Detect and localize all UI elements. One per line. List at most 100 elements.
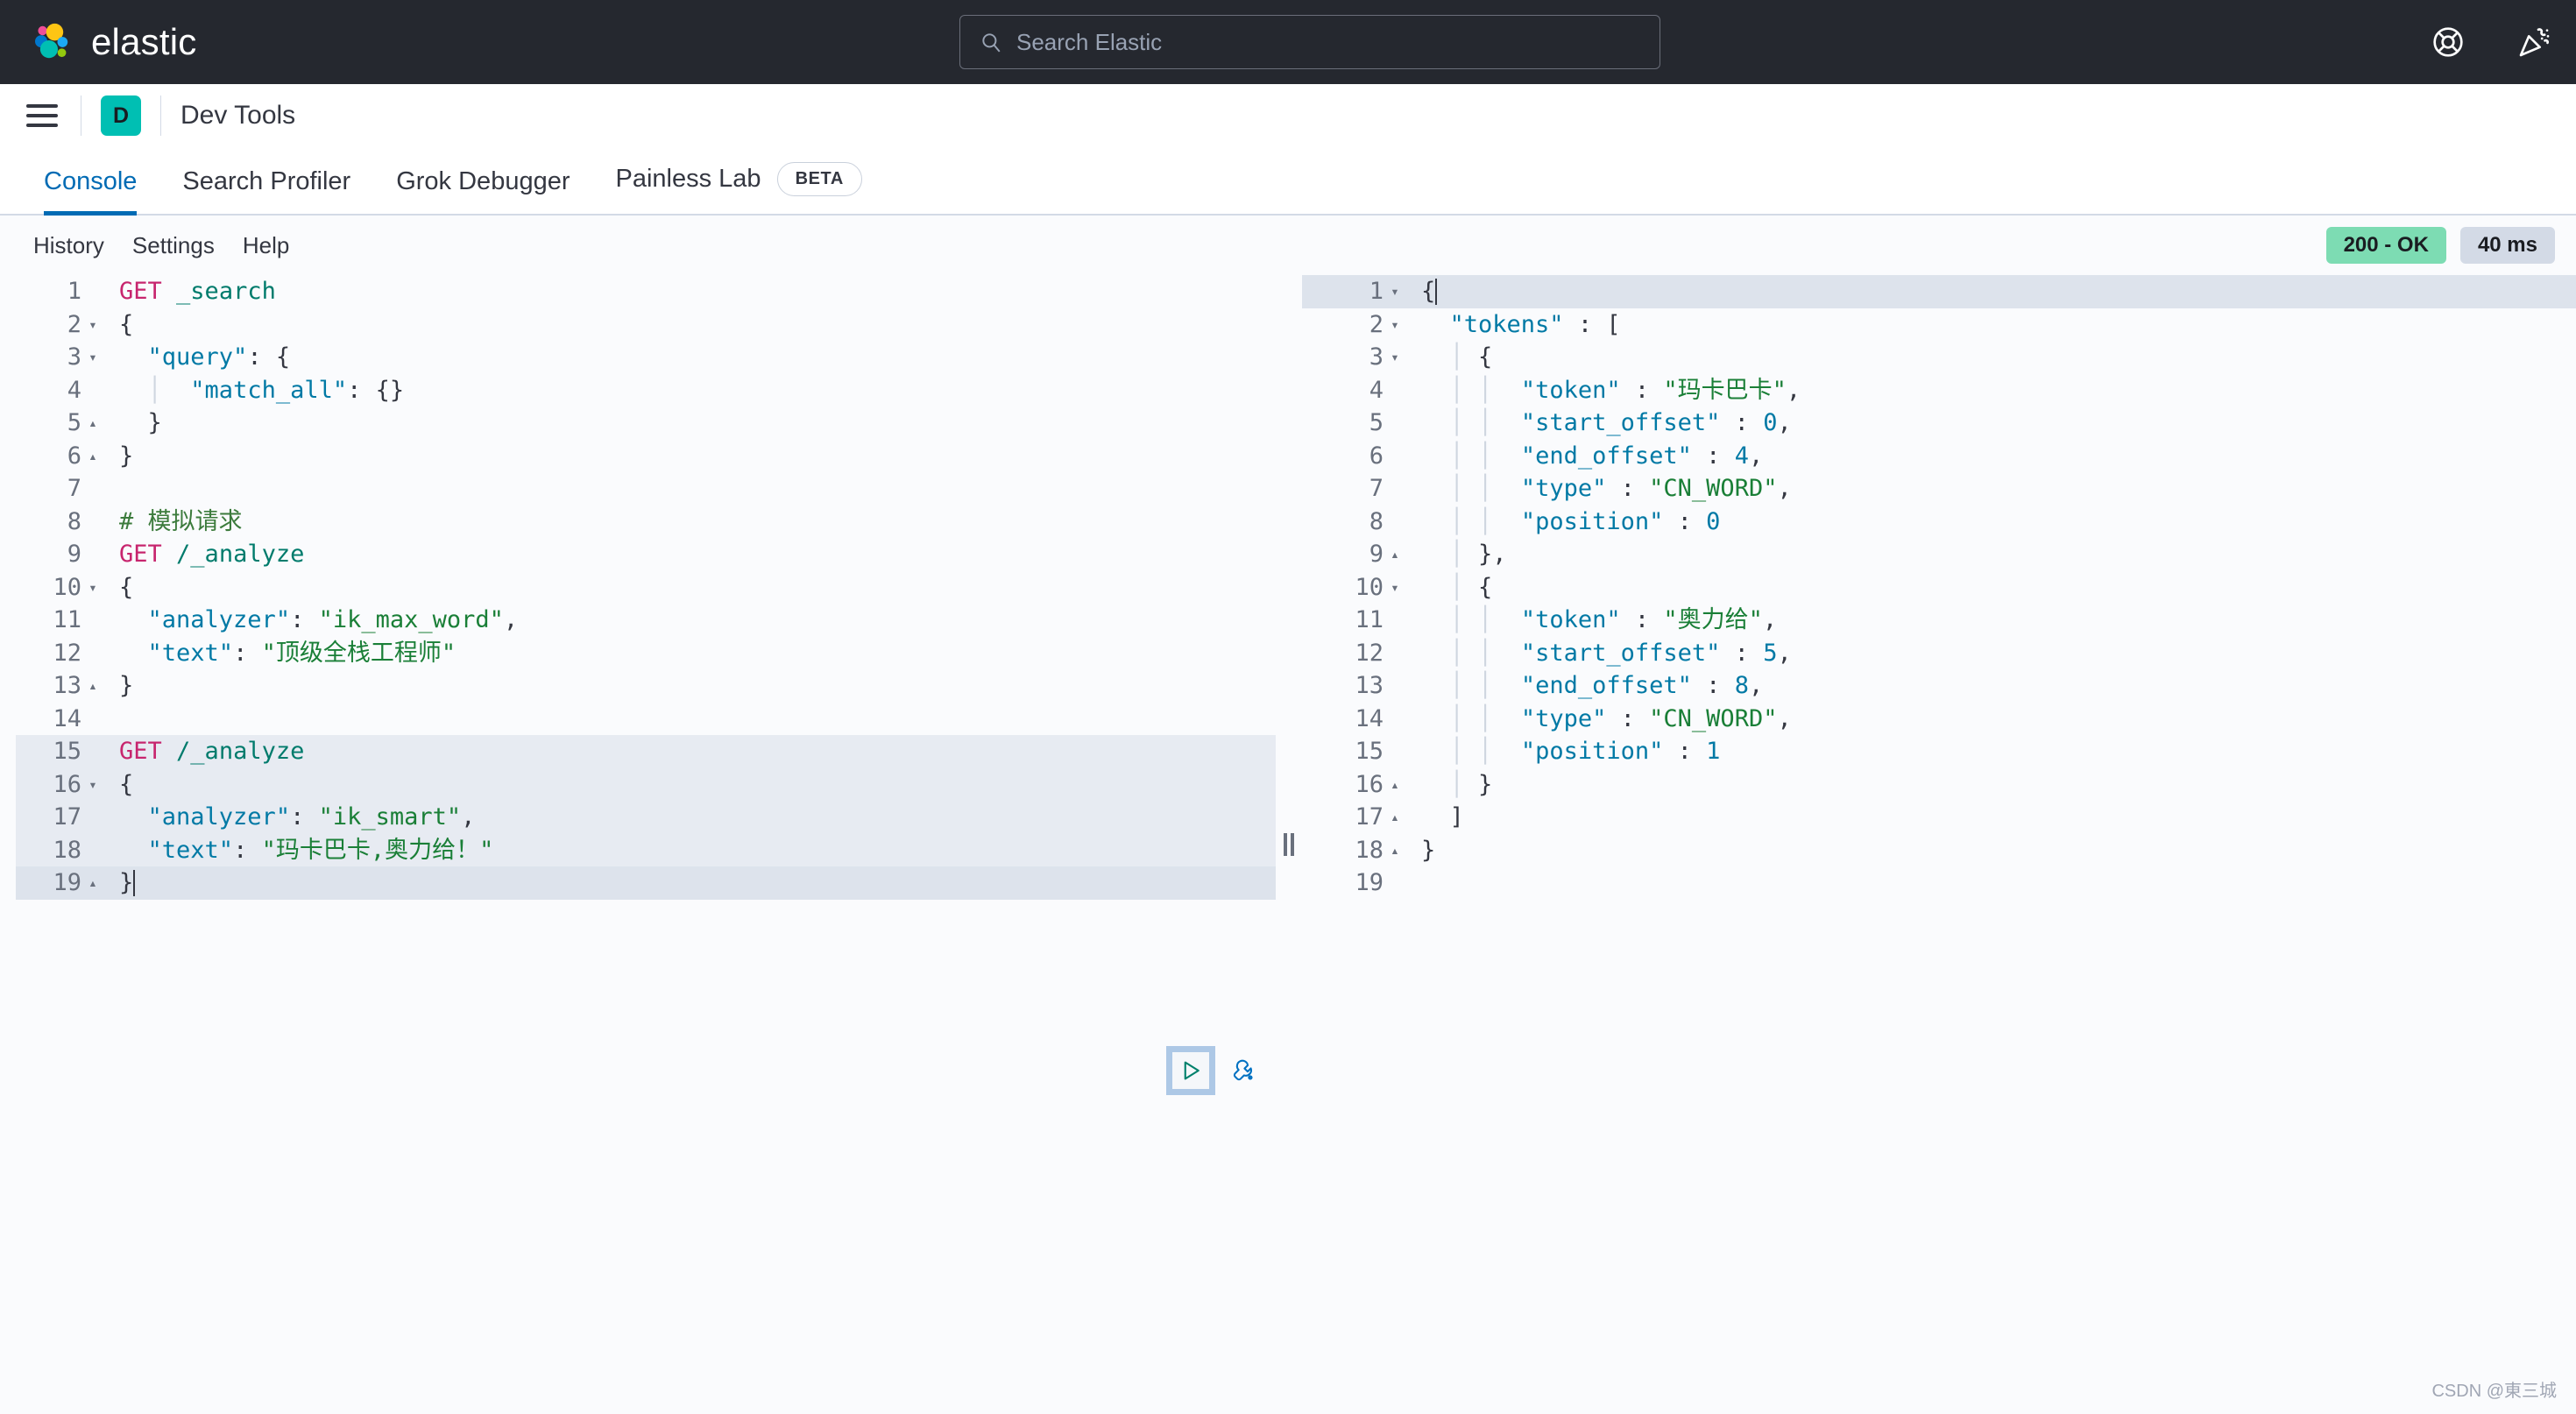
fold-toggle-icon[interactable]: ▴ — [86, 407, 100, 440]
history-button[interactable]: History — [19, 227, 118, 265]
response-line[interactable]: 2 ▾ "tokens" : [ — [1302, 308, 2576, 342]
fold-toggle-icon[interactable]: ▾ — [86, 341, 100, 374]
fold-toggle-icon[interactable]: ▾ — [1388, 571, 1402, 604]
line-number: 8 — [1369, 507, 1384, 535]
request-line[interactable]: 11 "analyzer": "ik_max_word", — [16, 604, 1276, 637]
request-line[interactable]: 4 │ "match_all": {} — [16, 374, 1276, 407]
response-line[interactable]: 1 ▾ { — [1302, 275, 2576, 308]
app-badge[interactable]: D — [101, 95, 141, 136]
line-number: 1 ▾ — [1302, 275, 1405, 308]
response-line[interactable]: 10 ▾ │ { — [1302, 571, 2576, 604]
code-text: │ │ "start_offset" : 5, — [1449, 639, 1792, 667]
fold-toggle-icon[interactable]: ▾ — [86, 571, 100, 604]
request-line[interactable]: 13 ▴} — [16, 669, 1276, 703]
response-line[interactable]: 14 │ │ "type" : "CN_WORD", — [1302, 703, 2576, 736]
fold-toggle-icon[interactable]: ▴ — [1388, 801, 1402, 834]
request-line[interactable]: 9 GET /_analyze — [16, 538, 1276, 571]
life-ring-help-icon[interactable] — [2431, 25, 2466, 60]
fold-toggle-icon[interactable]: ▾ — [86, 308, 100, 342]
line-number: 2 ▾ — [16, 308, 103, 342]
response-line[interactable]: 16 ▴ │ } — [1302, 768, 2576, 802]
response-line[interactable]: 12 │ │ "start_offset" : 5, — [1302, 637, 2576, 670]
request-line[interactable]: 7 — [16, 472, 1276, 506]
fold-toggle-icon[interactable]: ▴ — [86, 866, 100, 900]
request-line[interactable]: 6 ▴} — [16, 440, 1276, 473]
brand[interactable]: elastic — [0, 19, 196, 65]
drag-handle-icon — [1284, 833, 1287, 856]
code-text: ] — [1421, 803, 1464, 831]
tab-search-profiler-label: Search Profiler — [182, 167, 351, 195]
line-number: 13 — [1355, 672, 1384, 699]
response-line[interactable]: 4 │ │ "token" : "玛卡巴卡", — [1302, 374, 2576, 407]
response-line[interactable]: 5 │ │ "start_offset" : 0, — [1302, 407, 2576, 440]
request-line[interactable]: 8 # 模拟请求 — [16, 506, 1276, 539]
global-search-input[interactable]: Search Elastic — [959, 15, 1660, 69]
request-line[interactable]: 15 GET /_analyze — [16, 735, 1276, 768]
response-line[interactable]: 15 │ │ "position" : 1 — [1302, 735, 2576, 768]
code-text: { — [119, 770, 134, 798]
request-line[interactable]: 10 ▾ { — [16, 571, 1276, 604]
response-line[interactable]: 17 ▴ ] — [1302, 801, 2576, 834]
code-text: } — [119, 672, 134, 699]
party-popper-icon[interactable] — [2516, 25, 2551, 60]
line-number: 9 ▴ — [1302, 538, 1405, 571]
fold-toggle-icon[interactable]: ▴ — [1388, 834, 1402, 867]
request-line[interactable]: 16 ▾ { — [16, 767, 1276, 802]
line-number: 4 — [1369, 376, 1384, 404]
response-line[interactable]: 7 │ │ "type" : "CN_WORD", — [1302, 472, 2576, 506]
request-line[interactable]: 14 — [16, 703, 1276, 736]
code-text: GET _search — [119, 278, 276, 305]
response-line[interactable]: 13 │ │ "end_offset" : 8, — [1302, 669, 2576, 703]
tab-grok-debugger[interactable]: Grok Debugger — [373, 167, 592, 216]
line-number: 15 — [1355, 738, 1384, 765]
request-line[interactable]: 1 GET _search — [16, 275, 1276, 308]
divider-2 — [160, 95, 161, 136]
line-number: 19 — [1355, 869, 1384, 896]
code-text: "analyzer": "ik_max_word", — [147, 606, 519, 633]
fold-toggle-icon[interactable]: ▴ — [1388, 768, 1402, 802]
fold-toggle-icon[interactable]: ▴ — [1388, 538, 1402, 571]
tab-painless-lab[interactable]: Painless Lab BETA — [593, 162, 885, 216]
line-number: 18 — [53, 836, 81, 864]
line-number: 16 ▴ — [1302, 768, 1405, 802]
request-editor[interactable]: 1 GET _search 2 ▾{3 ▾ "query": {4 │ "match_a… — [0, 275, 1276, 1414]
response-line[interactable]: 8 │ │ "position" : 0 — [1302, 506, 2576, 539]
settings-button[interactable]: Settings — [118, 227, 229, 265]
response-line[interactable]: 9 ▴ │ }, — [1302, 538, 2576, 571]
response-editor[interactable]: 1 ▾{2 ▾ "tokens" : [3 ▾ │ {4 │ │ "token" : … — [1302, 275, 2576, 1414]
request-line[interactable]: 2 ▾ { — [16, 308, 1276, 342]
code-text: # 模拟请求 — [119, 507, 243, 535]
request-line[interactable]: 3 ▾ "query": { — [16, 341, 1276, 374]
line-number: 6 — [1369, 442, 1384, 470]
code-text: "analyzer": "ik_smart", — [147, 803, 476, 831]
response-line[interactable]: 19 — [1302, 866, 2576, 900]
line-number: 12 — [53, 639, 81, 667]
pane-splitter[interactable] — [1276, 275, 1302, 1414]
request-line[interactable]: 19 ▴} — [16, 866, 1276, 900]
fold-toggle-icon[interactable]: ▾ — [1388, 275, 1402, 308]
response-line[interactable]: 6 │ │ "end_offset" : 4, — [1302, 440, 2576, 473]
request-line[interactable]: 5 ▴ } — [16, 407, 1276, 440]
play-triangle-icon[interactable] — [1166, 1046, 1215, 1095]
line-number: 17 ▴ — [1302, 801, 1405, 834]
response-line[interactable]: 18 ▴} — [1302, 834, 2576, 867]
fold-toggle-icon[interactable]: ▾ — [1388, 341, 1402, 374]
fold-toggle-icon[interactable]: ▾ — [1388, 308, 1402, 342]
fold-toggle-icon[interactable]: ▴ — [86, 440, 100, 473]
tab-search-profiler[interactable]: Search Profiler — [159, 167, 373, 216]
response-line[interactable]: 3 ▾ │ { — [1302, 341, 2576, 374]
fold-toggle-icon[interactable]: ▾ — [86, 768, 100, 802]
help-button[interactable]: Help — [229, 227, 303, 265]
tab-console[interactable]: Console — [21, 167, 159, 216]
request-line[interactable]: 12 "text": "顶级全栈工程师" — [16, 637, 1276, 670]
request-line[interactable]: 17 "analyzer": "ik_smart", — [16, 801, 1276, 834]
wrench-icon[interactable] — [1228, 1056, 1258, 1085]
line-number: 1 — [67, 278, 81, 305]
hamburger-menu-icon[interactable] — [23, 96, 61, 135]
fold-toggle-icon[interactable]: ▴ — [86, 669, 100, 703]
line-number: 15 — [53, 738, 81, 765]
request-line[interactable]: 18 "text": "玛卡巴卡,奥力给！" — [16, 833, 1276, 866]
response-line[interactable]: 11 │ │ "token" : "奥力给", — [1302, 604, 2576, 637]
